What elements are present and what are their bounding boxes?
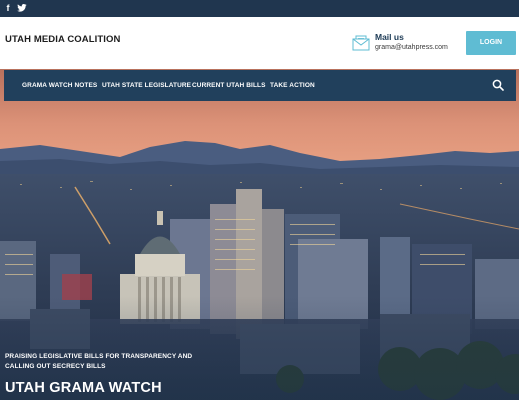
facebook-icon[interactable]: f: [2, 2, 14, 14]
hero-title: UTAH GRAMA WATCH: [5, 380, 162, 396]
mail-us-label: Mail us: [375, 32, 404, 42]
social-bar: f: [0, 0, 519, 17]
hero-tagline: PRAISING LEGISLATIVE BILLS FOR TRANSPARE…: [5, 353, 193, 370]
envelope-icon: [352, 35, 370, 51]
nav-grama-watch-notes[interactable]: GRAMA WATCH NOTES: [22, 70, 97, 101]
search-icon[interactable]: [492, 79, 504, 91]
contact-email[interactable]: grama@utahpress.com: [375, 44, 448, 51]
nav-current-utah-bills[interactable]: CURRENT UTAH BILLS: [192, 70, 266, 101]
site-title[interactable]: UTAH MEDIA COALITION: [5, 34, 120, 45]
site-header: UTAH MEDIA COALITION Mail us grama@utahp…: [0, 17, 519, 69]
login-button[interactable]: LOGIN: [466, 31, 516, 55]
nav-take-action[interactable]: TAKE ACTION: [270, 70, 315, 101]
nav-utah-state-legislature[interactable]: UTAH STATE LEGISLATURE: [102, 70, 191, 101]
twitter-icon[interactable]: [16, 2, 28, 14]
main-navigation: GRAMA WATCH NOTES UTAH STATE LEGISLATURE…: [4, 70, 516, 101]
